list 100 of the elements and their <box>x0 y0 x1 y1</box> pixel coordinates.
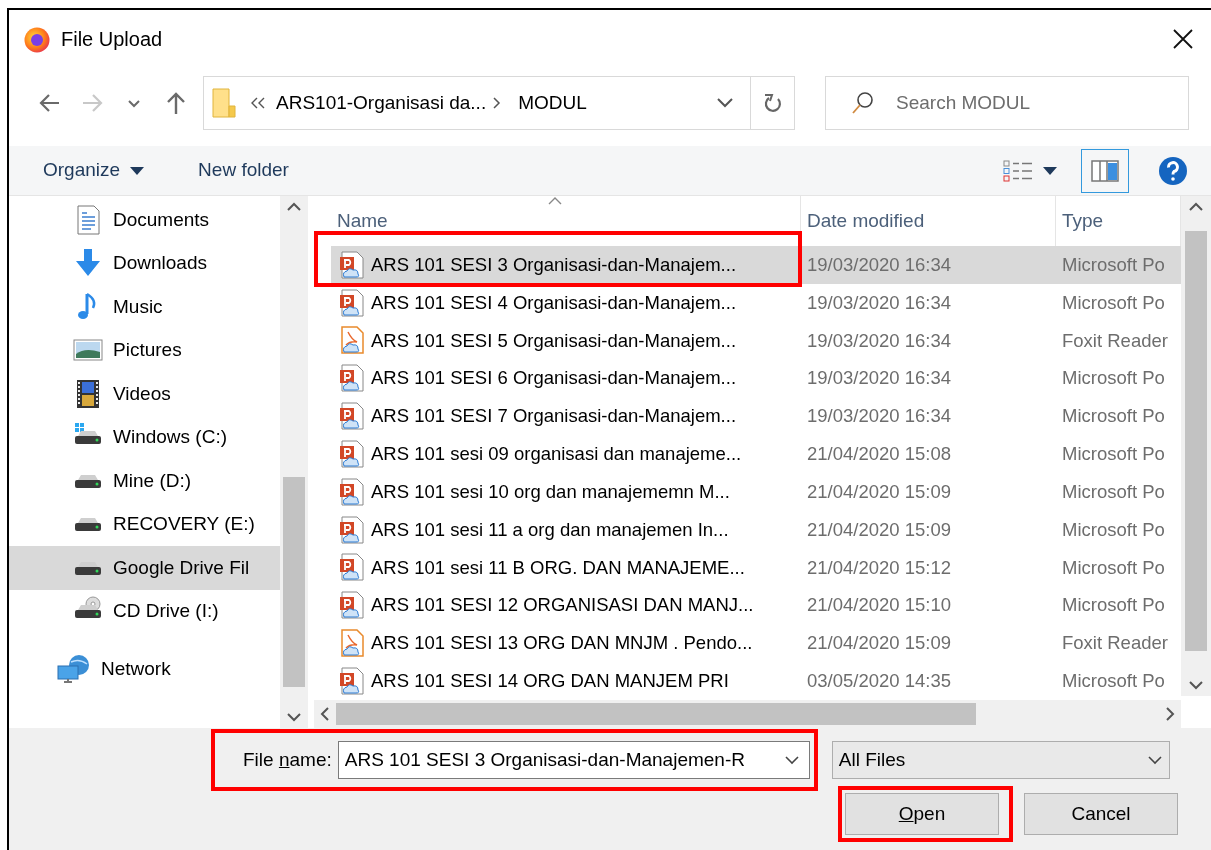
sidebar-item[interactable]: CD Drive (I:) <box>9 589 280 633</box>
sidebar-item[interactable]: Network <box>9 647 280 691</box>
sidebar-item[interactable]: RECOVERY (E:) <box>9 502 280 546</box>
organize-button[interactable]: Organize <box>29 150 159 191</box>
preview-pane-icon <box>1091 159 1119 182</box>
date-modified: 19/03/2020 16:34 <box>806 290 953 315</box>
date-modified: 19/03/2020 16:34 <box>806 252 953 277</box>
window-title: File Upload <box>61 27 163 52</box>
file-row[interactable]: ARS 101 sesi 11 B ORG. DAN MANAJEME... 21/04/2020 15:12 Microsoft Po <box>331 548 1181 587</box>
file-row[interactable]: ARS 101 SESI 13 ORG DAN MNJM . Pendo... 21/04/2020 15:09 Foxit Reader <box>331 624 1181 663</box>
sidebar-item[interactable]: Mine (D:) <box>9 459 280 503</box>
preview-pane-button[interactable] <box>1081 148 1129 193</box>
presentation-file-icon <box>339 439 365 468</box>
chevron-right-icon <box>492 96 503 110</box>
breadcrumb-link[interactable]: ARS101-Organisasi da... <box>270 88 493 118</box>
file-row[interactable]: ARS 101 sesi 09 organisasi dan manajeme... 21/04/2020 15:08 Microsoft Po <box>331 435 1181 473</box>
scroll-up-icon <box>286 202 302 212</box>
file-type: Microsoft Po <box>1061 517 1166 542</box>
presentation-file-icon <box>339 553 365 582</box>
presentation-file-icon <box>339 591 365 620</box>
scroll-left-icon <box>320 706 330 722</box>
file-name[interactable]: ARS 101 sesi 10 org dan manajememn M... <box>331 477 801 506</box>
scroll-right-icon <box>1165 706 1175 722</box>
file-type: Microsoft Po <box>1061 555 1166 580</box>
sidebar-item[interactable]: Google Drive Fil <box>9 546 280 590</box>
pdf-file-icon <box>339 629 365 658</box>
dialog-button[interactable]: Open <box>845 793 999 835</box>
file-row[interactable]: ARS 101 SESI 12 ORGANISASI DAN MANJ... 21/04/2020 15:10 Microsoft Po <box>331 586 1181 625</box>
file-row[interactable]: ARS 101 sesi 11 a org dan manajemen In... 21/04/2020 15:09 Microsoft Po <box>331 510 1181 549</box>
scrollbar[interactable] <box>314 700 1181 728</box>
dialog-button[interactable]: Cancel <box>1024 793 1178 835</box>
file-name[interactable]: ARS 101 SESI 12 ORGANISASI DAN MANJ... <box>331 591 801 620</box>
sidebar-item[interactable]: Videos <box>9 372 280 416</box>
sidebar-item[interactable]: Windows (C:) <box>9 415 280 459</box>
scrollbar[interactable] <box>280 196 308 728</box>
network-icon <box>57 653 91 684</box>
file-row[interactable]: ARS 101 SESI 3 Organisasi-dan-Manajem... 19/03/2020 16:34 Microsoft Po <box>331 245 1181 284</box>
search-icon <box>851 91 875 115</box>
file-row[interactable]: ARS 101 SESI 7 Organisasi-dan-Manajem... 19/03/2020 16:34 Microsoft Po <box>331 397 1181 435</box>
presentation-file-icon <box>339 667 365 695</box>
sort-caret-icon <box>547 196 563 205</box>
chevron-down-icon <box>127 98 141 108</box>
file-type: Microsoft Po <box>1061 442 1166 467</box>
date-modified: 19/03/2020 16:34 <box>806 404 953 429</box>
address-bar[interactable]: ARS101-Organisasi da... MODUL <box>203 76 795 130</box>
file-row[interactable]: ARS 101 SESI 14 ORG DAN MANJEM PRI 03/05/2020 14:35 Microsoft Po <box>331 662 1181 700</box>
file-name[interactable]: ARS 101 SESI 6 Organisasi-dan-Manajem... <box>331 364 801 393</box>
search-field[interactable]: Search MODUL <box>825 76 1189 130</box>
file-name[interactable]: ARS 101 SESI 7 Organisasi-dan-Manajem... <box>331 402 801 431</box>
file-type: Microsoft Po <box>1061 479 1166 504</box>
caret-down-icon <box>1043 166 1057 175</box>
sidebar-item[interactable]: Downloads <box>9 241 280 285</box>
column-header[interactable]: Name <box>331 196 801 246</box>
date-modified: 19/03/2020 16:34 <box>806 366 953 391</box>
file-name[interactable]: ARS 101 SESI 3 Organisasi-dan-Manajem... <box>331 250 801 279</box>
scroll-up-icon <box>1188 202 1204 212</box>
presentation-file-icon <box>339 515 365 544</box>
chevron-down-icon <box>783 755 800 765</box>
file-type-dropdown[interactable]: All Files <box>831 741 1170 779</box>
file-name[interactable]: ARS 101 sesi 11 B ORG. DAN MANAJEME... <box>331 553 801 582</box>
file-type: Microsoft Po <box>1061 252 1166 277</box>
folder-icon <box>212 88 236 118</box>
file-row[interactable]: ARS 101 SESI 4 Organisasi-dan-Manajem... 19/03/2020 16:34 Microsoft Po <box>331 283 1181 322</box>
sidebar-item[interactable]: Pictures <box>9 328 280 372</box>
presentation-file-icon <box>339 288 365 317</box>
file-name[interactable]: ARS 101 SESI 4 Organisasi-dan-Manajem... <box>331 288 801 317</box>
close-icon <box>1172 28 1194 50</box>
chevron-down-icon <box>716 97 734 109</box>
date-modified: 21/04/2020 15:09 <box>806 479 953 504</box>
help-icon <box>1158 155 1188 186</box>
details-view-icon <box>1003 159 1033 182</box>
presentation-file-icon <box>339 477 365 506</box>
date-modified: 21/04/2020 15:12 <box>806 555 953 580</box>
file-type: Microsoft Po <box>1061 669 1166 694</box>
file-name[interactable]: ARS 101 SESI 14 ORG DAN MANJEM PRI <box>331 667 801 695</box>
file-name[interactable]: ARS 101 SESI 13 ORG DAN MNJM . Pendo... <box>331 629 801 658</box>
date-modified: 21/04/2020 15:09 <box>806 631 953 656</box>
column-header[interactable]: Date modified <box>801 196 1056 246</box>
sidebar-item[interactable]: Music <box>9 285 280 329</box>
breadcrumb-link[interactable]: MODUL <box>512 88 593 118</box>
scroll-down-icon <box>286 712 302 722</box>
file-name-field[interactable]: ARS 101 SESI 3 Organisasi-dan-Manajemen-R <box>337 741 810 779</box>
file-row[interactable]: ARS 101 SESI 6 Organisasi-dan-Manajem... 19/03/2020 16:34 Microsoft Po <box>331 359 1181 398</box>
presentation-file-icon <box>339 402 365 431</box>
date-modified: 21/04/2020 15:09 <box>806 517 953 542</box>
caret-down-icon <box>130 166 145 175</box>
pdf-file-icon <box>339 326 365 355</box>
file-type: Foxit Reader <box>1061 631 1169 656</box>
file-type: Microsoft Po <box>1061 593 1166 618</box>
file-name[interactable]: ARS 101 sesi 11 a org dan manajemen In... <box>331 515 801 544</box>
date-modified: 21/04/2020 15:10 <box>806 593 953 618</box>
presentation-file-icon <box>339 364 365 393</box>
sidebar-item[interactable]: Documents <box>9 198 280 242</box>
file-name[interactable]: ARS 101 SESI 5 Organisasi-dan-Manajem... <box>331 326 801 355</box>
new-folder-button[interactable]: New folder <box>184 150 303 191</box>
file-row[interactable]: ARS 101 sesi 10 org dan manajememn M... 21/04/2020 15:09 Microsoft Po <box>331 472 1181 511</box>
scrollbar[interactable] <box>1181 196 1211 696</box>
date-modified: 21/04/2020 15:08 <box>806 442 953 467</box>
file-name[interactable]: ARS 101 sesi 09 organisasi dan manajeme... <box>331 439 801 468</box>
file-row[interactable]: ARS 101 SESI 5 Organisasi-dan-Manajem... 19/03/2020 16:34 Foxit Reader <box>331 321 1181 360</box>
